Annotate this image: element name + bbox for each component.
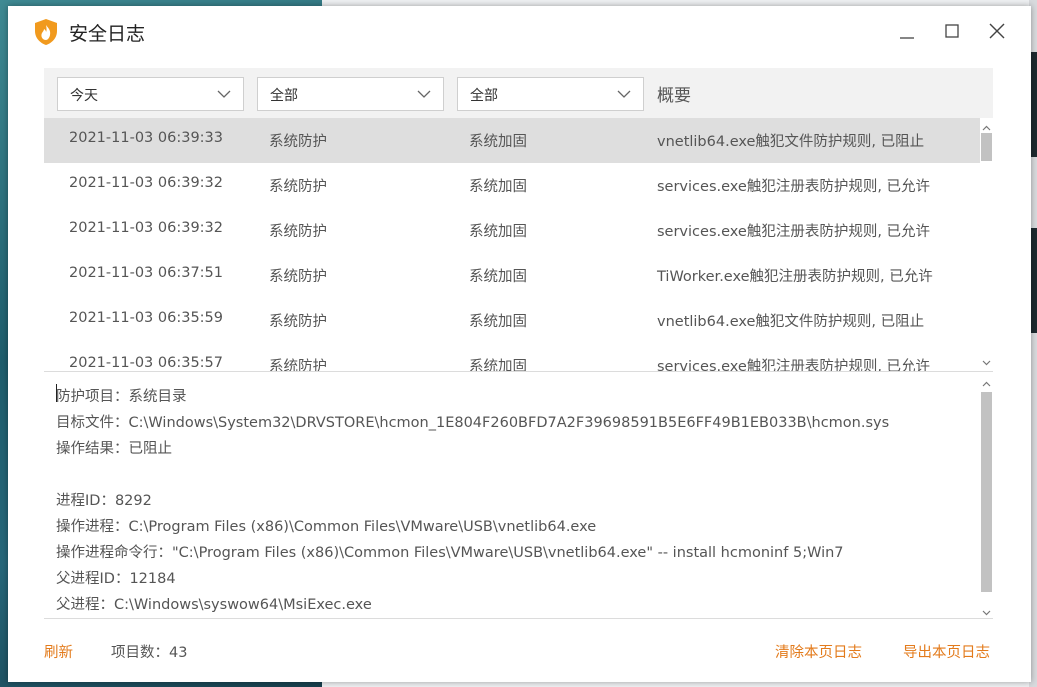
detail-parent: 父进程：C:\Windows\syswow64\MsiExec.exe xyxy=(56,597,372,613)
table-row[interactable]: 2021-11-03 06:39:32 系统防护 系统加固 services.e… xyxy=(44,208,980,253)
date-filter-value: 今天 xyxy=(70,88,98,104)
minimize-icon xyxy=(900,37,914,39)
category-filter-select[interactable]: 全部 xyxy=(457,77,644,111)
title-bar[interactable]: 安全日志 xyxy=(8,6,1031,58)
log-detail-panel[interactable]: 防护项目：系统目录 目标文件：C:\Windows\System32\DRVST… xyxy=(44,372,993,618)
row-time: 2021-11-03 06:37:51 xyxy=(69,265,223,281)
row-type: 系统防护 xyxy=(269,179,327,195)
type-filter-select[interactable]: 全部 xyxy=(257,77,444,111)
clear-page-log-button[interactable]: 清除本页日志 xyxy=(775,641,862,662)
row-type: 系统防护 xyxy=(269,314,327,330)
window-title: 安全日志 xyxy=(69,23,146,45)
row-type: 系统防护 xyxy=(269,224,327,240)
security-log-window: 安全日志 今天 全部 全部 概要 2021-11-03 06:39:33 系统防… xyxy=(8,6,1031,682)
scroll-up-button[interactable] xyxy=(980,376,993,389)
scroll-down-button[interactable] xyxy=(980,604,993,617)
scroll-thumb[interactable] xyxy=(981,392,992,592)
row-type: 系统防护 xyxy=(269,359,327,371)
row-category: 系统加固 xyxy=(469,224,527,240)
table-row[interactable]: 2021-11-03 06:39:32 系统防护 系统加固 services.e… xyxy=(44,163,980,208)
row-time: 2021-11-03 06:39:32 xyxy=(69,220,223,236)
table-row[interactable]: 2021-11-03 06:35:59 系统防护 系统加固 vnetlib64.… xyxy=(44,298,980,343)
detail-scrollbar[interactable] xyxy=(980,374,993,618)
chevron-down-icon xyxy=(617,90,631,98)
table-row[interactable]: 2021-11-03 06:39:33 系统防护 系统加固 vnetlib64.… xyxy=(44,118,980,163)
refresh-button[interactable]: 刷新 xyxy=(44,641,73,662)
shield-flame-logo-icon xyxy=(34,18,58,46)
close-button[interactable] xyxy=(983,18,1011,46)
row-category: 系统加固 xyxy=(469,134,527,150)
scroll-up-button[interactable] xyxy=(980,120,993,133)
row-category: 系统加固 xyxy=(469,359,527,371)
table-row[interactable]: 2021-11-03 06:35:57 系统防护 系统加固 services.e… xyxy=(44,343,980,371)
export-page-log-button[interactable]: 导出本页日志 xyxy=(903,641,990,662)
chevron-down-icon xyxy=(217,90,231,98)
category-filter-value: 全部 xyxy=(470,88,498,104)
detail-target-file: 目标文件：C:\Windows\System32\DRVSTORE\hcmon_… xyxy=(56,415,890,431)
maximize-button[interactable] xyxy=(938,18,966,46)
scroll-thumb[interactable] xyxy=(981,133,992,161)
detail-process-id: 进程ID：8292 xyxy=(56,493,152,509)
minimize-button[interactable] xyxy=(893,18,921,46)
row-time: 2021-11-03 06:39:32 xyxy=(69,175,223,191)
scroll-down-button[interactable] xyxy=(980,354,993,367)
row-type: 系统防护 xyxy=(269,269,327,285)
row-type: 系统防护 xyxy=(269,134,327,150)
row-time: 2021-11-03 06:35:57 xyxy=(69,355,223,371)
detail-protect-item: 防护项目：系统目录 xyxy=(56,389,187,405)
detail-parent-id: 父进程ID：12184 xyxy=(56,571,176,587)
row-category: 系统加固 xyxy=(469,179,527,195)
row-time: 2021-11-03 06:39:33 xyxy=(69,130,223,146)
detail-result: 操作结果：已阻止 xyxy=(56,441,172,457)
footer-bar: 刷新 项目数：43 清除本页日志 导出本页日志 xyxy=(8,618,1031,682)
row-summary: services.exe触犯注册表防护规则, 已允许 xyxy=(657,179,931,195)
filter-bar: 今天 全部 全部 概要 xyxy=(44,68,993,118)
summary-column-header: 概要 xyxy=(657,86,691,106)
row-time: 2021-11-03 06:35:59 xyxy=(69,310,223,326)
row-summary: services.exe触犯注册表防护规则, 已允许 xyxy=(657,359,931,371)
detail-process: 操作进程：C:\Program Files (x86)\Common Files… xyxy=(56,519,597,535)
detail-cmdline: 操作进程命令行："C:\Program Files (x86)\Common F… xyxy=(56,545,844,561)
date-filter-select[interactable]: 今天 xyxy=(57,77,244,111)
row-summary: vnetlib64.exe触犯文件防护规则, 已阻止 xyxy=(657,314,925,330)
log-table: 2021-11-03 06:39:33 系统防护 系统加固 vnetlib64.… xyxy=(44,118,993,371)
chevron-down-icon xyxy=(417,90,431,98)
table-scrollbar[interactable] xyxy=(980,118,993,371)
chevron-down-icon xyxy=(982,360,991,366)
type-filter-value: 全部 xyxy=(270,88,298,104)
row-summary: vnetlib64.exe触犯文件防护规则, 已阻止 xyxy=(657,134,925,150)
maximize-icon xyxy=(945,24,959,38)
chevron-down-icon xyxy=(982,610,991,616)
row-category: 系统加固 xyxy=(469,269,527,285)
row-summary: services.exe触犯注册表防护规则, 已允许 xyxy=(657,224,931,240)
row-category: 系统加固 xyxy=(469,314,527,330)
close-icon xyxy=(989,23,1005,39)
table-row[interactable]: 2021-11-03 06:37:51 系统防护 系统加固 TiWorker.e… xyxy=(44,253,980,298)
item-count: 项目数：43 xyxy=(111,645,188,661)
chevron-up-icon xyxy=(982,381,991,387)
row-summary: TiWorker.exe触犯注册表防护规则, 已允许 xyxy=(657,269,933,285)
